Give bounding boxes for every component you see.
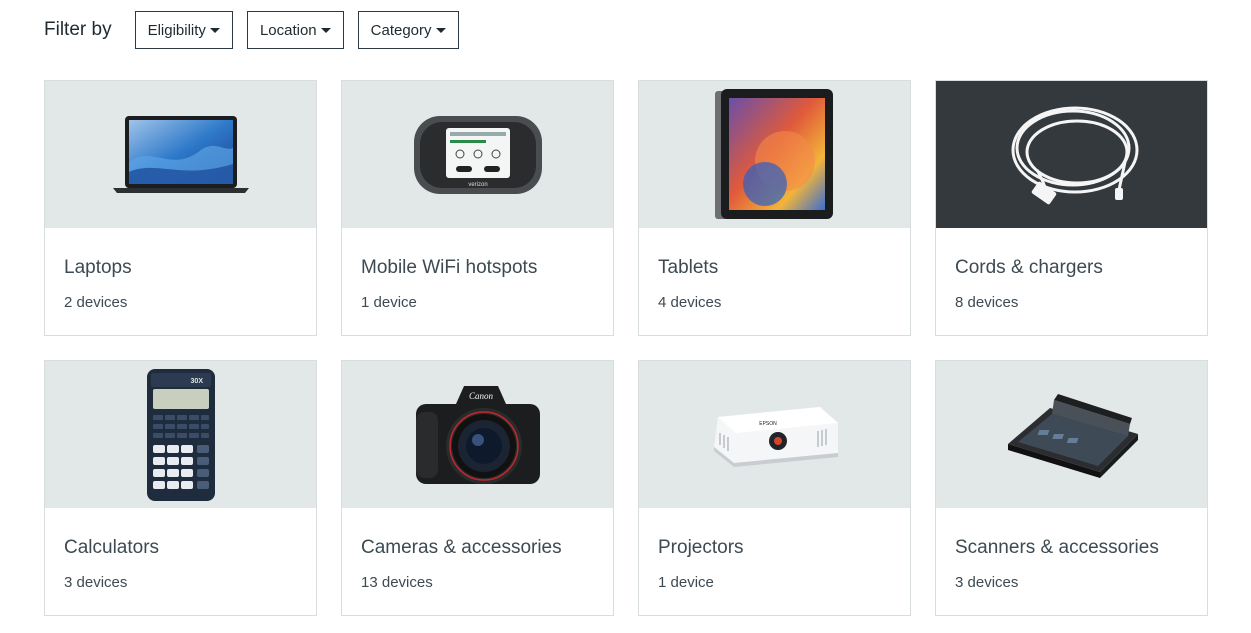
filter-label: Filter by — [44, 19, 112, 40]
scanner-image — [936, 361, 1207, 508]
eligibility-filter-label: Eligibility — [147, 21, 206, 39]
category-title: Cameras & accessories — [361, 537, 562, 558]
cord-image — [936, 81, 1207, 228]
projector-image: EPSON — [639, 361, 910, 508]
category-card-tablets[interactable]: Tablets 4 devices — [638, 80, 911, 336]
calculator-model: 30X — [190, 378, 203, 385]
eligibility-filter-button[interactable]: Eligibility — [134, 11, 233, 49]
caret-down-icon — [435, 28, 446, 33]
device-count: 1 device — [658, 574, 714, 591]
category-title: Scanners & accessories — [955, 537, 1159, 558]
location-filter-label: Location — [259, 21, 317, 39]
category-card-cameras[interactable]: Canon Cameras & accessories 13 devices — [341, 360, 614, 616]
calculator-image: 30X — [45, 361, 316, 508]
category-card-cords[interactable]: Cords & chargers 8 devices — [935, 80, 1208, 336]
device-count: 3 devices — [64, 574, 128, 591]
category-title: Cords & chargers — [955, 257, 1103, 278]
device-count: 1 device — [361, 294, 417, 311]
category-card-scanners[interactable]: Scanners & accessories 3 devices — [935, 360, 1208, 616]
category-title: Mobile WiFi hotspots — [361, 257, 538, 278]
device-count: 4 devices — [658, 294, 722, 311]
caret-down-icon — [209, 28, 220, 33]
caret-down-icon — [320, 28, 331, 33]
device-count: 2 devices — [64, 294, 128, 311]
laptop-image — [45, 81, 316, 228]
category-card-calculators[interactable]: 30X Calculators 3 devices — [44, 360, 317, 616]
location-filter-button[interactable]: Location — [246, 11, 344, 49]
projector-brand: EPSON — [759, 421, 777, 427]
camera-image: Canon — [342, 361, 613, 508]
tablet-image — [639, 81, 910, 228]
category-card-laptops[interactable]: Laptops 2 devices — [44, 80, 317, 336]
filter-bar: Filter by Eligibility Location Category — [44, 11, 473, 49]
category-title: Laptops — [64, 257, 132, 278]
category-filter-label: Category — [370, 21, 432, 39]
hotspot-image: verizon — [342, 81, 613, 228]
category-title: Calculators — [64, 537, 160, 558]
category-grid: Laptops 2 devices verizon Mobile WiFi ho… — [44, 80, 1208, 616]
category-card-projectors[interactable]: EPSON Projectors 1 device — [638, 360, 911, 616]
device-count: 13 devices — [361, 574, 433, 591]
category-card-hotspots[interactable]: verizon Mobile WiFi hotspots 1 device — [341, 80, 614, 336]
camera-brand: Canon — [468, 391, 493, 401]
category-filter-button[interactable]: Category — [357, 11, 459, 49]
hotspot-brand: verizon — [468, 182, 487, 188]
category-title: Tablets — [658, 257, 719, 278]
category-title: Projectors — [658, 537, 744, 558]
device-count: 8 devices — [955, 294, 1019, 311]
device-count: 3 devices — [955, 574, 1019, 591]
